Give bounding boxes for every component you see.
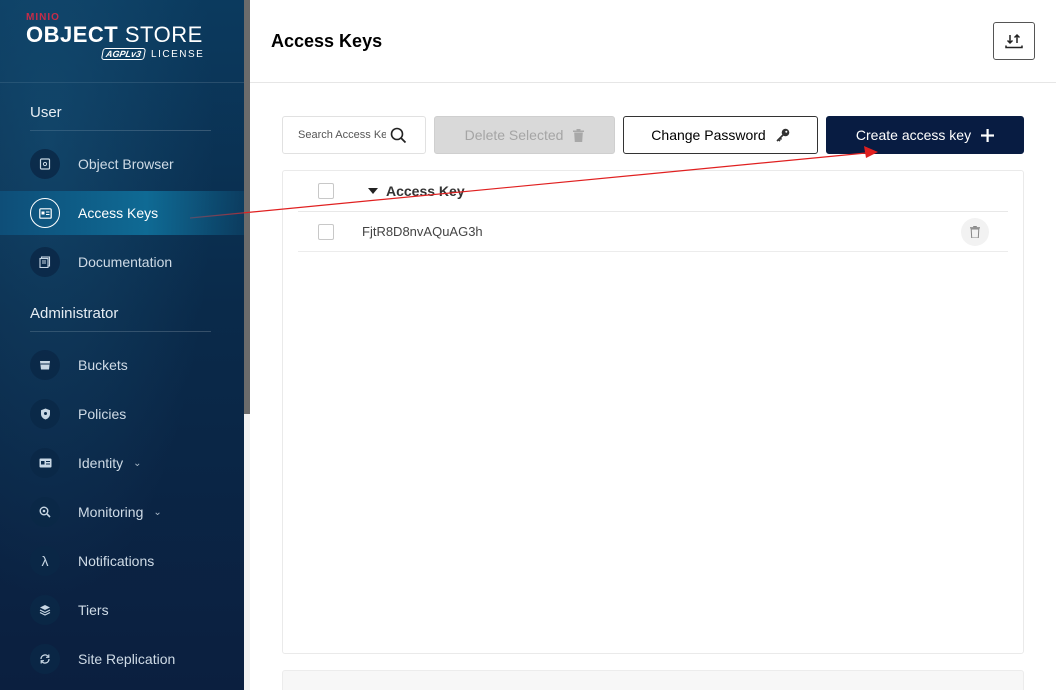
column-header-access-key[interactable]: Access Key <box>386 183 465 199</box>
table-row[interactable]: FjtR8D8nvAQuAG3h <box>298 212 1008 252</box>
agpl-badge: AGPLv3 <box>100 48 147 60</box>
access-keys-icon <box>30 198 60 228</box>
sidebar-item-documentation[interactable]: Documentation <box>0 240 244 284</box>
sidebar-item-object-browser[interactable]: Object Browser <box>0 142 244 186</box>
delete-selected-label: Delete Selected <box>464 127 564 143</box>
sidebar-item-label: Tiers <box>78 602 109 618</box>
section-divider <box>30 331 211 332</box>
sidebar-item-label: Policies <box>78 406 127 422</box>
trash-icon <box>573 128 585 142</box>
plus-icon <box>981 128 995 142</box>
documentation-icon <box>30 247 60 277</box>
create-access-key-label: Create access key <box>855 127 972 143</box>
sidebar-item-policies[interactable]: Policies <box>0 392 244 436</box>
brand-logo[interactable]: MINIO OBJECT STORE AGPLv3 LICENSE <box>26 12 204 60</box>
sidebar-item-label: Buckets <box>78 357 128 373</box>
license-label: LICENSE <box>151 48 205 60</box>
export-button[interactable] <box>993 22 1035 60</box>
chevron-down-icon[interactable]: ⌄ <box>153 507 161 518</box>
row-delete-button[interactable] <box>961 218 989 246</box>
sidebar-item-buckets[interactable]: Buckets <box>0 343 244 387</box>
sidebar-item-label: Notifications <box>78 553 155 569</box>
search-field[interactable] <box>282 116 426 154</box>
chevron-down-icon[interactable]: ⌄ <box>133 458 141 469</box>
search-input[interactable] <box>298 129 386 141</box>
brand-license-row: AGPLv3 LICENSE <box>100 48 205 60</box>
monitoring-icon <box>30 497 60 527</box>
change-password-button[interactable]: Change Password <box>623 116 818 154</box>
sidebar-item-notifications[interactable]: λ Notifications <box>0 539 244 583</box>
section-divider <box>30 130 211 131</box>
row-checkbox[interactable] <box>318 223 334 240</box>
brand-product: OBJECT STORE <box>26 23 204 47</box>
page-title: Access Keys <box>271 31 383 51</box>
brand-product-bold: OBJECT <box>26 22 119 47</box>
select-all-checkbox[interactable] <box>318 183 334 199</box>
sidebar-item-identity[interactable]: Identity ⌄ <box>0 441 244 485</box>
sidebar-item-label: Access Keys <box>78 205 159 221</box>
sidebar-item-tiers[interactable]: Tiers <box>0 588 244 632</box>
search-icon[interactable] <box>390 127 407 144</box>
object-browser-icon <box>30 149 60 179</box>
identity-icon <box>30 448 60 478</box>
section-title-administrator: Administrator <box>30 305 119 322</box>
sidebar-item-label: Documentation <box>78 254 173 270</box>
table-header: Access Key <box>298 171 1008 212</box>
section-title-user: User <box>30 104 62 121</box>
sort-arrow-icon[interactable] <box>368 188 378 194</box>
sidebar-item-label: Identity <box>78 455 124 471</box>
access-keys-table: Access Key FjtR8D8nvAQuAG3h <box>282 170 1024 654</box>
page-header: Access Keys <box>250 0 1056 83</box>
brand-divider <box>0 82 244 83</box>
sidebar: MINIO OBJECT STORE AGPLv3 LICENSE User O… <box>0 0 244 690</box>
bucket-icon <box>30 350 60 380</box>
lambda-icon: λ <box>30 546 60 576</box>
footer-panel <box>282 670 1024 690</box>
sidebar-item-access-keys[interactable]: Access Keys <box>0 191 244 235</box>
sidebar-item-label: Site Replication <box>78 651 176 667</box>
export-icon <box>1005 33 1023 49</box>
tiers-icon <box>30 595 60 625</box>
shield-icon <box>30 399 60 429</box>
sidebar-item-label: Object Browser <box>78 156 174 172</box>
delete-selected-button[interactable]: Delete Selected <box>434 116 615 154</box>
brand-product-thin: STORE <box>124 22 203 47</box>
trash-icon <box>970 226 980 238</box>
access-key-cell: FjtR8D8nvAQuAG3h <box>362 224 483 239</box>
sidebar-item-label: Monitoring <box>78 504 144 520</box>
key-icon <box>776 128 790 142</box>
change-password-label: Change Password <box>651 127 766 143</box>
replication-icon <box>30 644 60 674</box>
sidebar-item-site-replication[interactable]: Site Replication <box>0 637 244 681</box>
create-access-key-button[interactable]: Create access key <box>826 116 1024 154</box>
sidebar-item-monitoring[interactable]: Monitoring ⌄ <box>0 490 244 534</box>
